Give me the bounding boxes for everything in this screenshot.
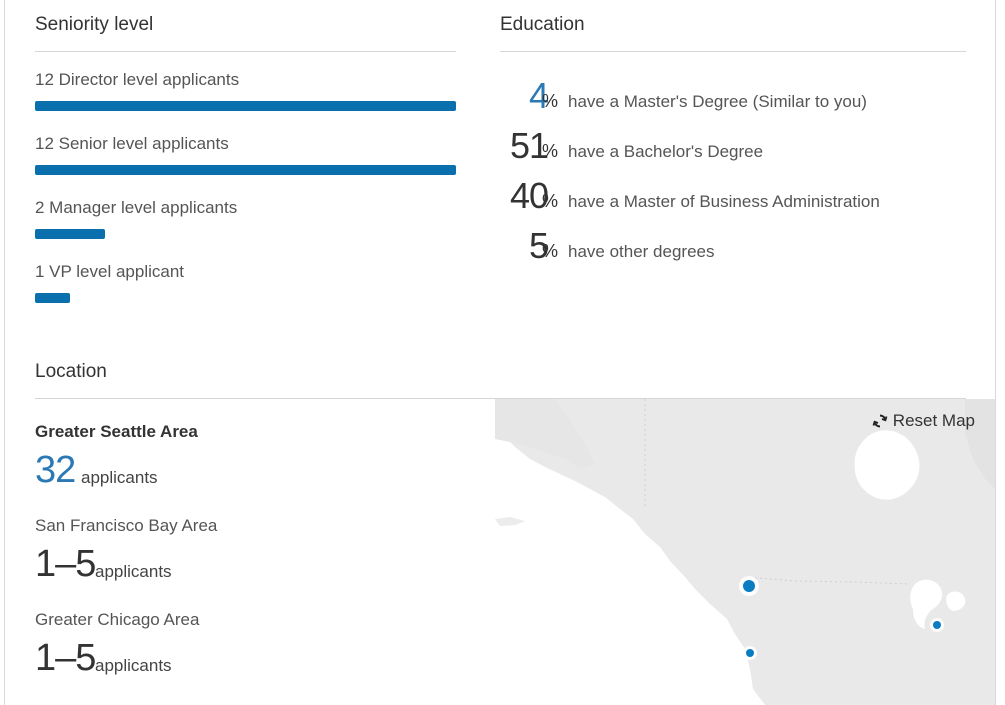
education-percent-sign: % xyxy=(542,241,559,261)
seniority-bar-senior xyxy=(35,165,456,175)
education-title: Education xyxy=(500,14,585,35)
location-unit-seattle: applicants xyxy=(81,468,158,487)
education-text: have a Master's Degree (Similar to you) xyxy=(568,92,867,111)
education-text: have other degrees xyxy=(568,242,715,261)
map-canvas[interactable] xyxy=(495,399,995,705)
seniority-bar-director xyxy=(35,101,456,111)
map-marker-sf[interactable] xyxy=(746,649,754,657)
education-percent-sign: % xyxy=(542,91,559,111)
refresh-icon xyxy=(872,414,888,428)
seniority-bar-manager xyxy=(35,229,105,239)
education-text: have a Bachelor's Degree xyxy=(568,142,764,161)
location-title: Location xyxy=(35,361,107,382)
location-name-chicago: Greater Chicago Area xyxy=(35,610,200,629)
seniority-title: Seniority level xyxy=(35,14,154,35)
seniority-label-vp: 1 VP level applicant xyxy=(35,262,185,281)
reset-map-label: Reset Map xyxy=(892,411,975,430)
seniority-label-senior: 12 Senior level applicants xyxy=(35,134,229,153)
location-unit-sf: applicants xyxy=(95,562,172,581)
location-count-chicago: 1–5 xyxy=(35,637,96,679)
seniority-label-director: 12 Director level applicants xyxy=(35,70,240,89)
location-map[interactable]: Reset Map xyxy=(495,399,995,705)
education-row-other: 5 % have other degrees xyxy=(495,226,955,266)
education-row-bachelors: 51 % have a Bachelor's Degree xyxy=(495,126,955,166)
applicant-insights-card: Seniority level 12 Director level applic… xyxy=(4,0,996,705)
education-divider xyxy=(500,51,966,52)
education-text: have a Master of Business Administration xyxy=(568,192,880,211)
education-percent-sign: % xyxy=(542,141,559,161)
location-name-sf: San Francisco Bay Area xyxy=(35,516,218,535)
education-percent-sign: % xyxy=(542,191,559,211)
location-unit-chicago: applicants xyxy=(95,656,172,675)
seniority-label-manager: 2 Manager level applicants xyxy=(35,198,238,217)
seniority-divider xyxy=(35,51,456,52)
reset-map-button[interactable]: Reset Map xyxy=(872,411,975,431)
location-count-sf: 1–5 xyxy=(35,543,96,585)
map-marker-seattle-dot[interactable] xyxy=(743,580,755,592)
education-row-mba: 40 % have a Master of Business Administr… xyxy=(495,176,955,216)
location-count-seattle: 32 xyxy=(35,449,76,491)
education-row-masters: 4 % have a Master's Degree (Similar to y… xyxy=(495,76,955,116)
map-marker-chicago[interactable] xyxy=(933,621,941,629)
location-name-seattle: Greater Seattle Area xyxy=(35,422,198,441)
seniority-bar-vp xyxy=(35,293,70,303)
